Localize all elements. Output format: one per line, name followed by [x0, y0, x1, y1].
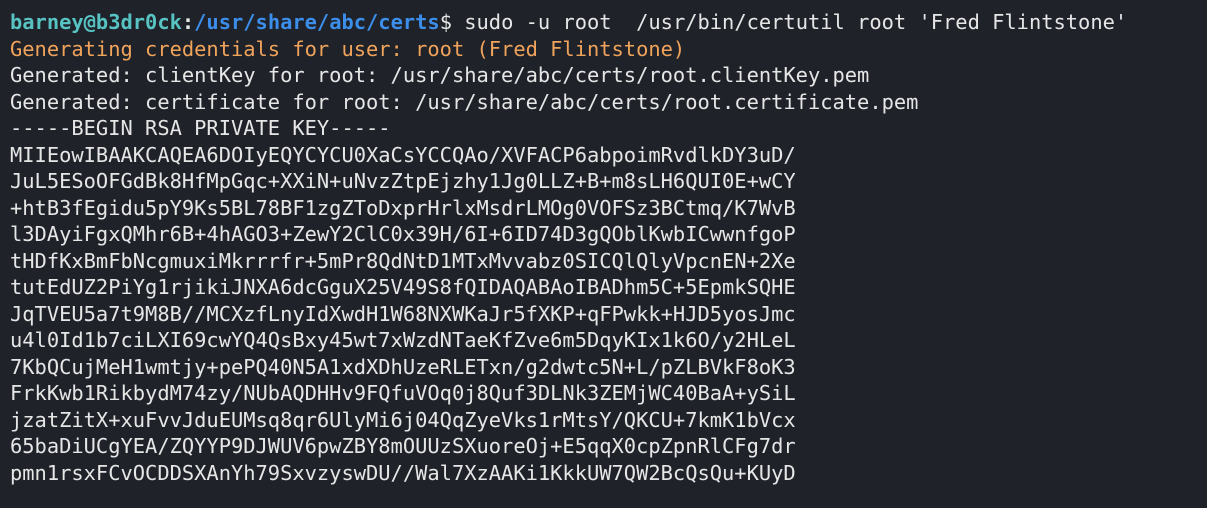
- private-key-line: jzatZitX+xuFvvJduEUMsq8qr6UlyMi6j04QqZye…: [10, 407, 796, 432]
- prompt-cwd: /usr/share/abc/certs: [194, 10, 440, 34]
- private-key-line: +htB3fEgidu5pY9Ks5BL78BF1zgZToDxprHrlxMs…: [10, 195, 796, 220]
- private-key-line: 65baDiUCgYEA/ZQYYP9DJWUV6pwZBY8mOUUzSXuo…: [10, 434, 796, 458]
- private-key-line: l3DAyiFgxQMhr6B+4hAGO3+ZewY2ClC0x39H/6I+…: [10, 222, 796, 246]
- prompt-symbol: $: [439, 10, 452, 34]
- terminal-window[interactable]: barney@b3dr0ck:/usr/share/abc/certs$ sud…: [0, 0, 1207, 508]
- private-key-line: tHDfKxBmFbNcgmuxiMkrrrfr+5mPr8QdNtD1MTxM…: [10, 248, 796, 273]
- output-generating: Generating credentials for user: root (F…: [10, 36, 686, 61]
- private-key-line: MIIEowIBAAKCAQEA6DOIyEQYCYCU0XaCsYCCQAo/…: [10, 142, 796, 167]
- command-text: sudo -u root /usr/bin/certutil root 'Fre…: [451, 10, 1128, 34]
- private-key-block: MIIEowIBAAKCAQEA6DOIyEQYCYCU0XaCsYCCQAo/…: [10, 142, 1207, 487]
- private-key-line: 7KbQCujMeH1wmtjy+pePQ40N5A1xdXDhUzeRLETx…: [10, 354, 796, 379]
- prompt-user-host: barney@b3dr0ck: [10, 10, 182, 34]
- key-begin-marker: -----BEGIN RSA PRIVATE KEY-----: [10, 116, 391, 140]
- private-key-line: u4l0Id1b7ciLXI69cwYQ4QsBxy45wt7xWzdNTaeK…: [10, 328, 796, 352]
- private-key-line: FrkKwb1RikbydM74zy/NUbAQDHHv9FQfuVOq0j8Q…: [10, 381, 796, 405]
- prompt-line: barney@b3dr0ck:/usr/share/abc/certs$ sud…: [10, 9, 1207, 36]
- output-generated-key: Generated: clientKey for root: /usr/shar…: [10, 63, 870, 87]
- private-key-line: JqTVEU5a7t9M8B//MCXzfLnyIdXwdH1W68NXWKaJ…: [10, 301, 796, 326]
- prompt-colon: :: [181, 10, 195, 34]
- private-key-line: JuL5ESoOFGdBk8HfMpGqc+XXiN+uNvzZtpEjzhy1…: [10, 169, 796, 193]
- private-key-line: pmn1rsxFCvOCDDSXAnYh79SxvzyswDU//Wal7XzA…: [10, 460, 796, 485]
- private-key-line: tutEdUZ2PiYg1rjikiJNXA6dcGguX25V49S8fQID…: [10, 275, 796, 299]
- output-generated-cert: Generated: certificate for root: /usr/sh…: [10, 89, 919, 114]
